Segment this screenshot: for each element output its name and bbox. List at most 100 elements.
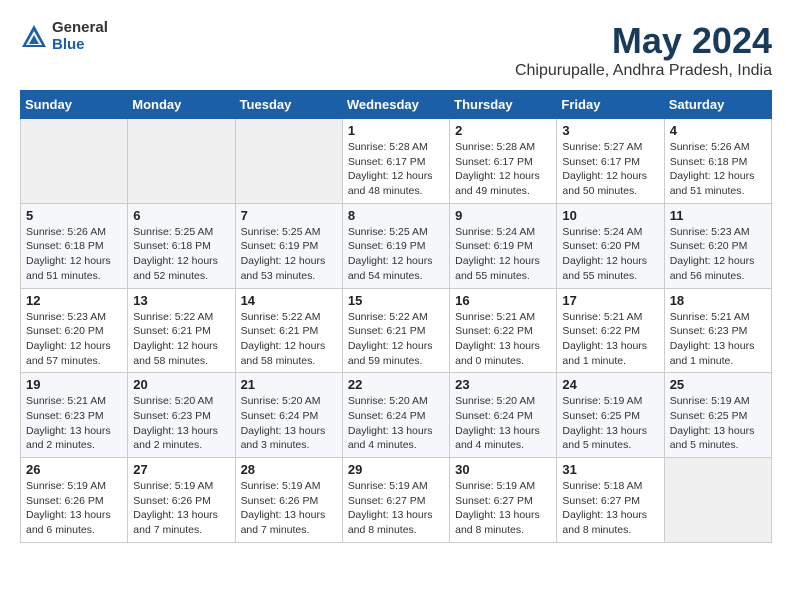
day-number: 14 (241, 293, 337, 308)
page-header: General Blue May 2024 Chipurupalle, Andh… (20, 20, 772, 80)
day-cell (128, 119, 235, 204)
day-number: 27 (133, 462, 229, 477)
day-info: Sunrise: 5:24 AM Sunset: 6:20 PM Dayligh… (562, 225, 658, 284)
day-number: 26 (26, 462, 122, 477)
day-info: Sunrise: 5:22 AM Sunset: 6:21 PM Dayligh… (241, 310, 337, 369)
day-info: Sunrise: 5:26 AM Sunset: 6:18 PM Dayligh… (26, 225, 122, 284)
day-info: Sunrise: 5:19 AM Sunset: 6:25 PM Dayligh… (562, 394, 658, 453)
week-row-4: 19 Sunrise: 5:21 AM Sunset: 6:23 PM Dayli… (21, 373, 772, 458)
day-info: Sunrise: 5:20 AM Sunset: 6:23 PM Dayligh… (133, 394, 229, 453)
day-info: Sunrise: 5:19 AM Sunset: 6:26 PM Dayligh… (241, 479, 337, 538)
day-number: 18 (670, 293, 766, 308)
weekday-header-friday: Friday (557, 91, 664, 119)
day-cell: 20 Sunrise: 5:20 AM Sunset: 6:23 PM Dayli… (128, 373, 235, 458)
day-cell: 26 Sunrise: 5:19 AM Sunset: 6:26 PM Dayli… (21, 458, 128, 543)
day-cell: 13 Sunrise: 5:22 AM Sunset: 6:21 PM Dayli… (128, 288, 235, 373)
day-cell: 29 Sunrise: 5:19 AM Sunset: 6:27 PM Dayli… (342, 458, 449, 543)
day-cell: 28 Sunrise: 5:19 AM Sunset: 6:26 PM Dayli… (235, 458, 342, 543)
day-info: Sunrise: 5:19 AM Sunset: 6:25 PM Dayligh… (670, 394, 766, 453)
day-info: Sunrise: 5:22 AM Sunset: 6:21 PM Dayligh… (133, 310, 229, 369)
day-cell: 10 Sunrise: 5:24 AM Sunset: 6:20 PM Dayli… (557, 203, 664, 288)
day-info: Sunrise: 5:25 AM Sunset: 6:18 PM Dayligh… (133, 225, 229, 284)
day-number: 5 (26, 208, 122, 223)
day-info: Sunrise: 5:21 AM Sunset: 6:22 PM Dayligh… (455, 310, 551, 369)
logo-general-text: General (52, 20, 108, 37)
day-info: Sunrise: 5:25 AM Sunset: 6:19 PM Dayligh… (348, 225, 444, 284)
week-row-3: 12 Sunrise: 5:23 AM Sunset: 6:20 PM Dayli… (21, 288, 772, 373)
day-number: 12 (26, 293, 122, 308)
day-cell: 7Sunrise: 5:25 AM Sunset: 6:19 PM Daylig… (235, 203, 342, 288)
weekday-header-wednesday: Wednesday (342, 91, 449, 119)
day-info: Sunrise: 5:18 AM Sunset: 6:27 PM Dayligh… (562, 479, 658, 538)
day-number: 22 (348, 377, 444, 392)
day-number: 25 (670, 377, 766, 392)
day-info: Sunrise: 5:23 AM Sunset: 6:20 PM Dayligh… (670, 225, 766, 284)
day-cell: 2Sunrise: 5:28 AM Sunset: 6:17 PM Daylig… (450, 119, 557, 204)
day-number: 21 (241, 377, 337, 392)
weekday-header-tuesday: Tuesday (235, 91, 342, 119)
day-info: Sunrise: 5:23 AM Sunset: 6:20 PM Dayligh… (26, 310, 122, 369)
week-row-1: 1 Sunrise: 5:28 AM Sunset: 6:17 PM Daylig… (21, 119, 772, 204)
weekday-header-saturday: Saturday (664, 91, 771, 119)
day-info: Sunrise: 5:24 AM Sunset: 6:19 PM Dayligh… (455, 225, 551, 284)
day-number: 11 (670, 208, 766, 223)
day-info: Sunrise: 5:21 AM Sunset: 6:22 PM Dayligh… (562, 310, 658, 369)
logo-blue-text: Blue (52, 37, 108, 54)
month-title: May 2024 (515, 20, 772, 62)
day-number: 13 (133, 293, 229, 308)
day-number: 3 (562, 123, 658, 138)
day-number: 15 (348, 293, 444, 308)
day-cell: 15 Sunrise: 5:22 AM Sunset: 6:21 PM Dayli… (342, 288, 449, 373)
day-number: 6 (133, 208, 229, 223)
day-cell: 18Sunrise: 5:21 AM Sunset: 6:23 PM Dayli… (664, 288, 771, 373)
day-info: Sunrise: 5:19 AM Sunset: 6:26 PM Dayligh… (26, 479, 122, 538)
day-number: 28 (241, 462, 337, 477)
day-cell: 9 Sunrise: 5:24 AM Sunset: 6:19 PM Daylig… (450, 203, 557, 288)
day-cell: 1 Sunrise: 5:28 AM Sunset: 6:17 PM Daylig… (342, 119, 449, 204)
day-cell: 3 Sunrise: 5:27 AM Sunset: 6:17 PM Daylig… (557, 119, 664, 204)
weekday-header-monday: Monday (128, 91, 235, 119)
title-block: May 2024 Chipurupalle, Andhra Pradesh, I… (515, 20, 772, 80)
day-cell: 30Sunrise: 5:19 AM Sunset: 6:27 PM Dayli… (450, 458, 557, 543)
day-number: 2 (455, 123, 551, 138)
day-cell: 24Sunrise: 5:19 AM Sunset: 6:25 PM Dayli… (557, 373, 664, 458)
day-number: 29 (348, 462, 444, 477)
day-number: 17 (562, 293, 658, 308)
day-info: Sunrise: 5:28 AM Sunset: 6:17 PM Dayligh… (348, 140, 444, 199)
day-cell: 21 Sunrise: 5:20 AM Sunset: 6:24 PM Dayli… (235, 373, 342, 458)
logo-text: General Blue (52, 20, 108, 53)
weekday-header-sunday: Sunday (21, 91, 128, 119)
day-info: Sunrise: 5:27 AM Sunset: 6:17 PM Dayligh… (562, 140, 658, 199)
day-cell: 12 Sunrise: 5:23 AM Sunset: 6:20 PM Dayli… (21, 288, 128, 373)
day-number: 30 (455, 462, 551, 477)
week-row-2: 5 Sunrise: 5:26 AM Sunset: 6:18 PM Daylig… (21, 203, 772, 288)
location-title: Chipurupalle, Andhra Pradesh, India (515, 62, 772, 80)
day-info: Sunrise: 5:22 AM Sunset: 6:21 PM Dayligh… (348, 310, 444, 369)
day-cell: 4Sunrise: 5:26 AM Sunset: 6:18 PM Daylig… (664, 119, 771, 204)
day-number: 1 (348, 123, 444, 138)
day-number: 16 (455, 293, 551, 308)
week-row-5: 26 Sunrise: 5:19 AM Sunset: 6:26 PM Dayli… (21, 458, 772, 543)
day-info: Sunrise: 5:25 AM Sunset: 6:19 PM Dayligh… (241, 225, 337, 284)
day-cell (21, 119, 128, 204)
day-number: 10 (562, 208, 658, 223)
day-cell: 17 Sunrise: 5:21 AM Sunset: 6:22 PM Dayli… (557, 288, 664, 373)
day-info: Sunrise: 5:19 AM Sunset: 6:27 PM Dayligh… (348, 479, 444, 538)
day-info: Sunrise: 5:20 AM Sunset: 6:24 PM Dayligh… (241, 394, 337, 453)
day-cell (664, 458, 771, 543)
day-cell: 16 Sunrise: 5:21 AM Sunset: 6:22 PM Dayli… (450, 288, 557, 373)
day-number: 20 (133, 377, 229, 392)
day-number: 9 (455, 208, 551, 223)
day-cell: 23Sunrise: 5:20 AM Sunset: 6:24 PM Dayli… (450, 373, 557, 458)
day-number: 8 (348, 208, 444, 223)
day-info: Sunrise: 5:19 AM Sunset: 6:26 PM Dayligh… (133, 479, 229, 538)
day-cell: 14 Sunrise: 5:22 AM Sunset: 6:21 PM Dayli… (235, 288, 342, 373)
weekday-header-thursday: Thursday (450, 91, 557, 119)
day-number: 19 (26, 377, 122, 392)
day-cell: 19 Sunrise: 5:21 AM Sunset: 6:23 PM Dayli… (21, 373, 128, 458)
day-number: 31 (562, 462, 658, 477)
weekday-header-row: SundayMondayTuesdayWednesdayThursdayFrid… (21, 91, 772, 119)
day-cell: 25 Sunrise: 5:19 AM Sunset: 6:25 PM Dayli… (664, 373, 771, 458)
day-info: Sunrise: 5:21 AM Sunset: 6:23 PM Dayligh… (26, 394, 122, 453)
logo-icon (20, 23, 48, 51)
